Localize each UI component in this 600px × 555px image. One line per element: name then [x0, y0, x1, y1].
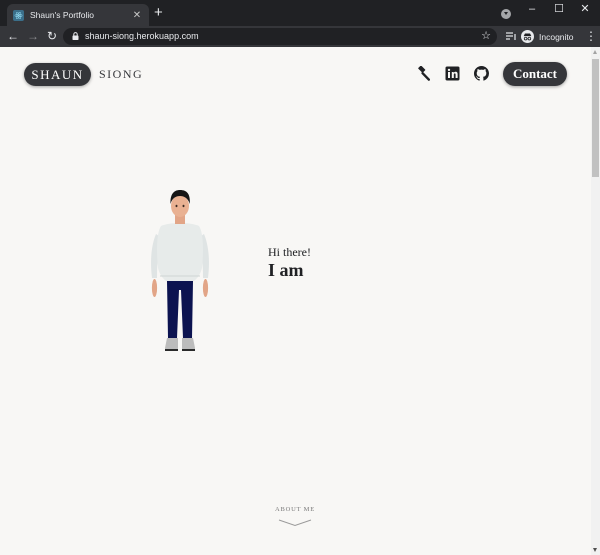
browser-menu-icon[interactable]: ⋮	[585, 29, 597, 43]
minimize-button[interactable]: –	[525, 3, 539, 15]
close-window-button[interactable]: ✕	[578, 3, 592, 15]
chevron-down-icon[interactable]	[278, 519, 312, 527]
tab-title: Shaun's Portfolio	[30, 10, 94, 20]
back-button[interactable]: ←	[6, 29, 20, 43]
browser-toolbar: ← → ↻ shaun-siong.herokuapp.com ☆ Incogn…	[0, 26, 600, 47]
logo-last-name[interactable]: SIONG	[99, 67, 143, 82]
linkedin-icon[interactable]	[445, 66, 460, 81]
hero-greeting: Hi there!	[268, 245, 311, 259]
logo-first-name[interactable]: SHAUN	[24, 63, 91, 86]
hero-headline: I am	[268, 260, 304, 280]
new-tab-button[interactable]: +	[154, 5, 163, 21]
github-icon[interactable]	[474, 66, 489, 81]
react-favicon-icon	[13, 9, 24, 21]
scroll-down-arrow-icon[interactable]	[593, 548, 597, 552]
incognito-icon	[521, 30, 534, 43]
forward-button[interactable]: →	[26, 29, 40, 43]
hammer-icon[interactable]	[415, 66, 430, 81]
page-viewport: SHAUN SIONG Contact Hi there! I am ABOUT…	[0, 47, 591, 555]
browser-tab[interactable]: Shaun's Portfolio ✕	[7, 4, 149, 26]
incognito-label: Incognito	[539, 31, 574, 42]
maximize-button[interactable]: ☐	[552, 3, 566, 15]
bookmark-star-icon[interactable]: ☆	[481, 29, 491, 43]
incognito-profile[interactable]: Incognito	[521, 29, 574, 44]
browser-tab-strip: Shaun's Portfolio ✕ + – ☐ ✕	[0, 0, 600, 26]
contact-button[interactable]: Contact	[503, 62, 567, 86]
scroll-up-arrow-icon[interactable]	[593, 50, 597, 54]
about-me-link[interactable]: ABOUT ME	[260, 506, 330, 513]
page-scrollbar[interactable]	[591, 47, 600, 555]
tab-search-icon[interactable]	[501, 9, 511, 19]
lock-icon	[72, 32, 79, 40]
tab-close-icon[interactable]: ✕	[131, 10, 143, 21]
scrollbar-thumb[interactable]	[592, 59, 599, 177]
url-text: shaun-siong.herokuapp.com	[85, 31, 199, 41]
avatar-3d-character	[151, 190, 209, 351]
reload-button[interactable]: ↻	[45, 29, 59, 43]
address-bar[interactable]: shaun-siong.herokuapp.com ☆	[63, 28, 497, 45]
reading-list-icon[interactable]	[505, 30, 517, 42]
